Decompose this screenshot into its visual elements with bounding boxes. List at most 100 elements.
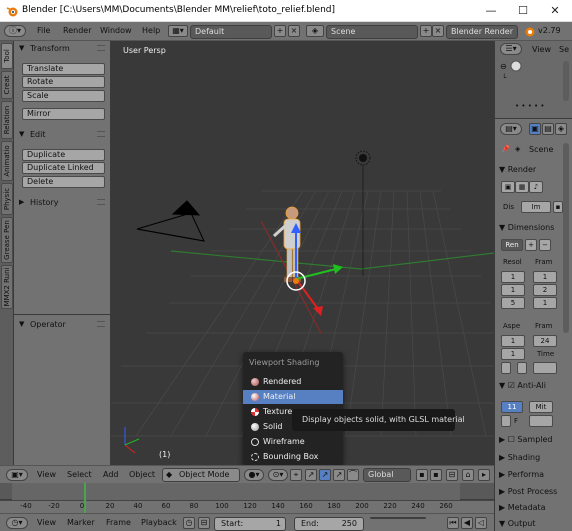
history-panel-header[interactable]: ▶ History: [14, 196, 111, 210]
resolution-x-field[interactable]: 1: [501, 271, 525, 283]
panel-grip-icon[interactable]: [97, 45, 105, 51]
viewport-shading-icon[interactable]: ●▾: [244, 469, 264, 481]
manipulator-extra-icon[interactable]: ⌒: [347, 469, 359, 481]
menu-object[interactable]: Object: [129, 470, 155, 479]
render-panel-header[interactable]: ▼ Render: [499, 165, 563, 178]
snap-icon[interactable]: ⌂: [462, 469, 474, 481]
timeline[interactable]: -40 -20 0 20 40 60 80 100 120 140 160 18…: [0, 483, 494, 513]
post-processing-panel-header[interactable]: ▶ Post Process: [499, 487, 563, 500]
scale-manipulator-icon[interactable]: ↗: [333, 469, 345, 481]
shading-bounding-box[interactable]: Bounding Box: [243, 450, 343, 464]
start-frame-field[interactable]: Start: 1: [214, 517, 286, 531]
layout-add-icon[interactable]: +: [274, 25, 286, 37]
frame-step-field[interactable]: 1: [533, 297, 557, 309]
aspect-x-field[interactable]: 1: [501, 335, 525, 347]
editor-type-outliner-icon[interactable]: ☰▾: [500, 43, 522, 55]
aa-samples-field[interactable]: 11: [501, 401, 523, 413]
delete-button[interactable]: Delete: [22, 176, 105, 188]
mirror-button[interactable]: Mirror: [22, 108, 105, 120]
performance-panel-header[interactable]: ▶ Performa: [499, 470, 563, 483]
transform-panel-header[interactable]: ▼ Transform: [14, 42, 111, 56]
menu-add[interactable]: Add: [103, 470, 119, 479]
panel-grip-icon[interactable]: [97, 131, 105, 137]
translate-manipulator-icon[interactable]: ↗: [305, 469, 317, 481]
jump-start-icon[interactable]: ⏮: [447, 517, 459, 529]
operator-panel-header[interactable]: ▼ Operator: [14, 318, 111, 332]
rotate-manipulator-icon[interactable]: ↗: [319, 469, 331, 481]
preset-add-icon[interactable]: +: [525, 239, 537, 251]
rotate-button[interactable]: Rotate: [22, 76, 105, 88]
full-sample-checkbox[interactable]: [501, 415, 511, 427]
shading-rendered[interactable]: Rendered: [243, 375, 343, 389]
render-audio-icon[interactable]: ♪: [529, 181, 543, 193]
layers-icon-1[interactable]: ▪: [416, 469, 428, 481]
prev-keyframe-icon[interactable]: ◀: [461, 517, 473, 529]
display-dropdown[interactable]: Im: [521, 201, 551, 213]
panel-grip-icon[interactable]: [97, 199, 105, 205]
end-frame-field[interactable]: End: 250: [294, 517, 364, 531]
layout-field[interactable]: Default: [190, 25, 272, 39]
play-reverse-icon[interactable]: ◁: [475, 517, 487, 529]
mode-dropdown[interactable]: ◆ Object Mode: [162, 468, 240, 482]
menu-timeline-view[interactable]: View: [37, 518, 56, 527]
edit-panel-header[interactable]: ▼ Edit: [14, 128, 111, 142]
render-tab-icon[interactable]: ▣: [529, 123, 541, 135]
aa-filter-dropdown[interactable]: Mit: [529, 401, 553, 413]
properties-editor[interactable]: ▤▾ ▣ ▤ ◈ 📌 ◈ Scene ▼ Render ▣ ▦ ♪ Dis Im…: [495, 119, 572, 531]
resolution-percent-field[interactable]: 5: [501, 297, 525, 309]
maximize-button[interactable]: ☐: [508, 2, 538, 20]
menu-file[interactable]: File: [37, 26, 50, 35]
pin-icon[interactable]: 📌: [501, 145, 510, 153]
timeline-playhead[interactable]: [84, 483, 86, 513]
editor-type-properties-icon[interactable]: ▤▾: [500, 123, 522, 135]
render-layers-tab-icon[interactable]: ▤: [542, 123, 554, 135]
tab-tool[interactable]: Tool: [1, 43, 13, 69]
outliner[interactable]: ☰▾ View Se ⊖ └ • • • • •: [495, 41, 572, 119]
aspect-y-field[interactable]: 1: [501, 348, 525, 360]
translate-button[interactable]: Translate: [22, 63, 105, 75]
shading-material[interactable]: Material: [243, 390, 343, 404]
layout-remove-icon[interactable]: ×: [288, 25, 300, 37]
tab-grease-pencil[interactable]: Grease Pen: [1, 217, 13, 263]
layout-grid-icon[interactable]: ▦▾: [168, 25, 188, 37]
display-toggle-icon[interactable]: ▪: [553, 201, 563, 213]
outliner-scrollbar[interactable]: [563, 61, 569, 101]
tab-physics[interactable]: Physic: [1, 183, 13, 215]
fps-dropdown[interactable]: 24: [533, 335, 557, 347]
filter-size-field[interactable]: [529, 415, 553, 427]
outliner-view-menu[interactable]: View: [532, 45, 551, 54]
resolution-y-field[interactable]: 1: [501, 284, 525, 296]
menu-playback[interactable]: Playback: [141, 518, 177, 527]
preset-remove-icon[interactable]: −: [539, 239, 551, 251]
metadata-panel-header[interactable]: ▶ Metadata: [499, 503, 563, 516]
scene-field[interactable]: Scene: [326, 25, 418, 39]
menu-window[interactable]: Window: [100, 26, 132, 35]
menu-render[interactable]: Render: [63, 26, 91, 35]
scene-remove-icon[interactable]: ×: [432, 25, 444, 37]
editor-type-info-icon[interactable]: ⓘ▾: [4, 25, 26, 37]
tab-animation[interactable]: Animatio: [1, 141, 13, 181]
frame-start-field[interactable]: 1: [533, 271, 557, 283]
frame-end-field[interactable]: 2: [533, 284, 557, 296]
menu-frame[interactable]: Frame: [106, 518, 131, 527]
outliner-expand-icon[interactable]: ⊖: [500, 62, 507, 71]
scene-selector-icon[interactable]: ◈: [306, 25, 324, 37]
render-animation-icon[interactable]: ▦: [515, 181, 529, 193]
lamp-object[interactable]: [355, 150, 371, 276]
scene-add-icon[interactable]: +: [420, 25, 432, 37]
duplicate-linked-button[interactable]: Duplicate Linked: [22, 162, 105, 174]
sampled-motion-blur-header[interactable]: ▶ ☐ Sampled: [499, 435, 563, 448]
shelf-divider[interactable]: [14, 314, 111, 315]
preview-range-icon[interactable]: ◷: [183, 517, 195, 529]
transform-orientation-dropdown[interactable]: Global: [363, 468, 411, 482]
minimize-button[interactable]: —: [476, 2, 506, 20]
menu-marker[interactable]: Marker: [67, 518, 95, 527]
editor-type-timeline-icon[interactable]: ◷▾: [6, 517, 28, 529]
camera-object[interactable]: [136, 200, 205, 242]
transform-manipulator[interactable]: [286, 223, 343, 316]
manipulator-toggle-icon[interactable]: ⌖: [290, 469, 302, 481]
output-panel-header[interactable]: ▼ Output: [499, 519, 563, 531]
tab-relations[interactable]: Relation: [1, 101, 13, 139]
editor-type-3d-icon[interactable]: ▣▾: [6, 469, 28, 481]
time-old-field[interactable]: [533, 362, 557, 374]
